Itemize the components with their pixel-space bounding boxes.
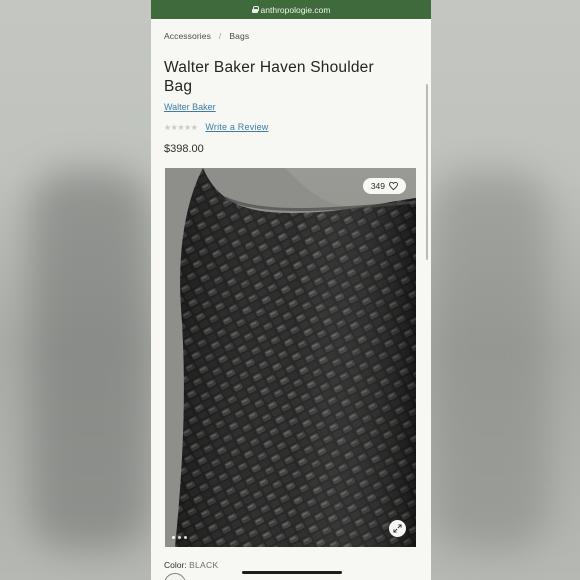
product-title: Walter Baker Haven Shoulder Bag — [164, 59, 374, 95]
color-label: Color: — [164, 560, 187, 570]
write-review-link[interactable]: Write a Review — [205, 122, 268, 132]
like-button[interactable]: 349 — [362, 178, 406, 194]
breadcrumb-item-accessories[interactable]: Accessories — [164, 31, 211, 41]
expand-icon — [393, 524, 402, 533]
gallery-dot[interactable] — [178, 536, 181, 539]
breadcrumb: Accessories / Bags — [164, 31, 249, 41]
color-swatch-black[interactable] — [164, 573, 186, 580]
blurred-backdrop-right — [430, 0, 580, 580]
breadcrumb-item-bags[interactable]: Bags — [229, 31, 249, 41]
home-indicator[interactable] — [242, 571, 342, 574]
woven-bag-photo — [165, 168, 416, 547]
gallery-dot[interactable] — [184, 536, 187, 539]
url-text: anthropologie.com — [260, 4, 331, 15]
phone-screen: anthropologie.com Accessories / Bags Wal… — [151, 0, 431, 580]
browser-url-bar[interactable]: anthropologie.com — [151, 0, 431, 19]
color-selector-label: Color: BLACK — [164, 560, 218, 570]
gallery-dot[interactable] — [172, 536, 175, 539]
lock-icon — [251, 6, 259, 13]
scrollbar[interactable] — [426, 84, 428, 260]
rating-row: ★★★★★ Write a Review — [164, 122, 269, 132]
expand-image-button[interactable] — [389, 520, 406, 537]
gallery-dots[interactable] — [172, 536, 187, 539]
heart-icon — [389, 182, 398, 190]
product-image[interactable]: 349 — [165, 168, 416, 547]
brand-link[interactable]: Walter Baker — [164, 102, 216, 112]
star-rating-icon: ★★★★★ — [164, 122, 198, 132]
like-count: 349 — [370, 181, 385, 191]
breadcrumb-separator: / — [218, 31, 222, 41]
product-price: $398.00 — [164, 143, 204, 155]
color-value: BLACK — [189, 560, 219, 570]
blurred-backdrop-left — [0, 0, 151, 580]
